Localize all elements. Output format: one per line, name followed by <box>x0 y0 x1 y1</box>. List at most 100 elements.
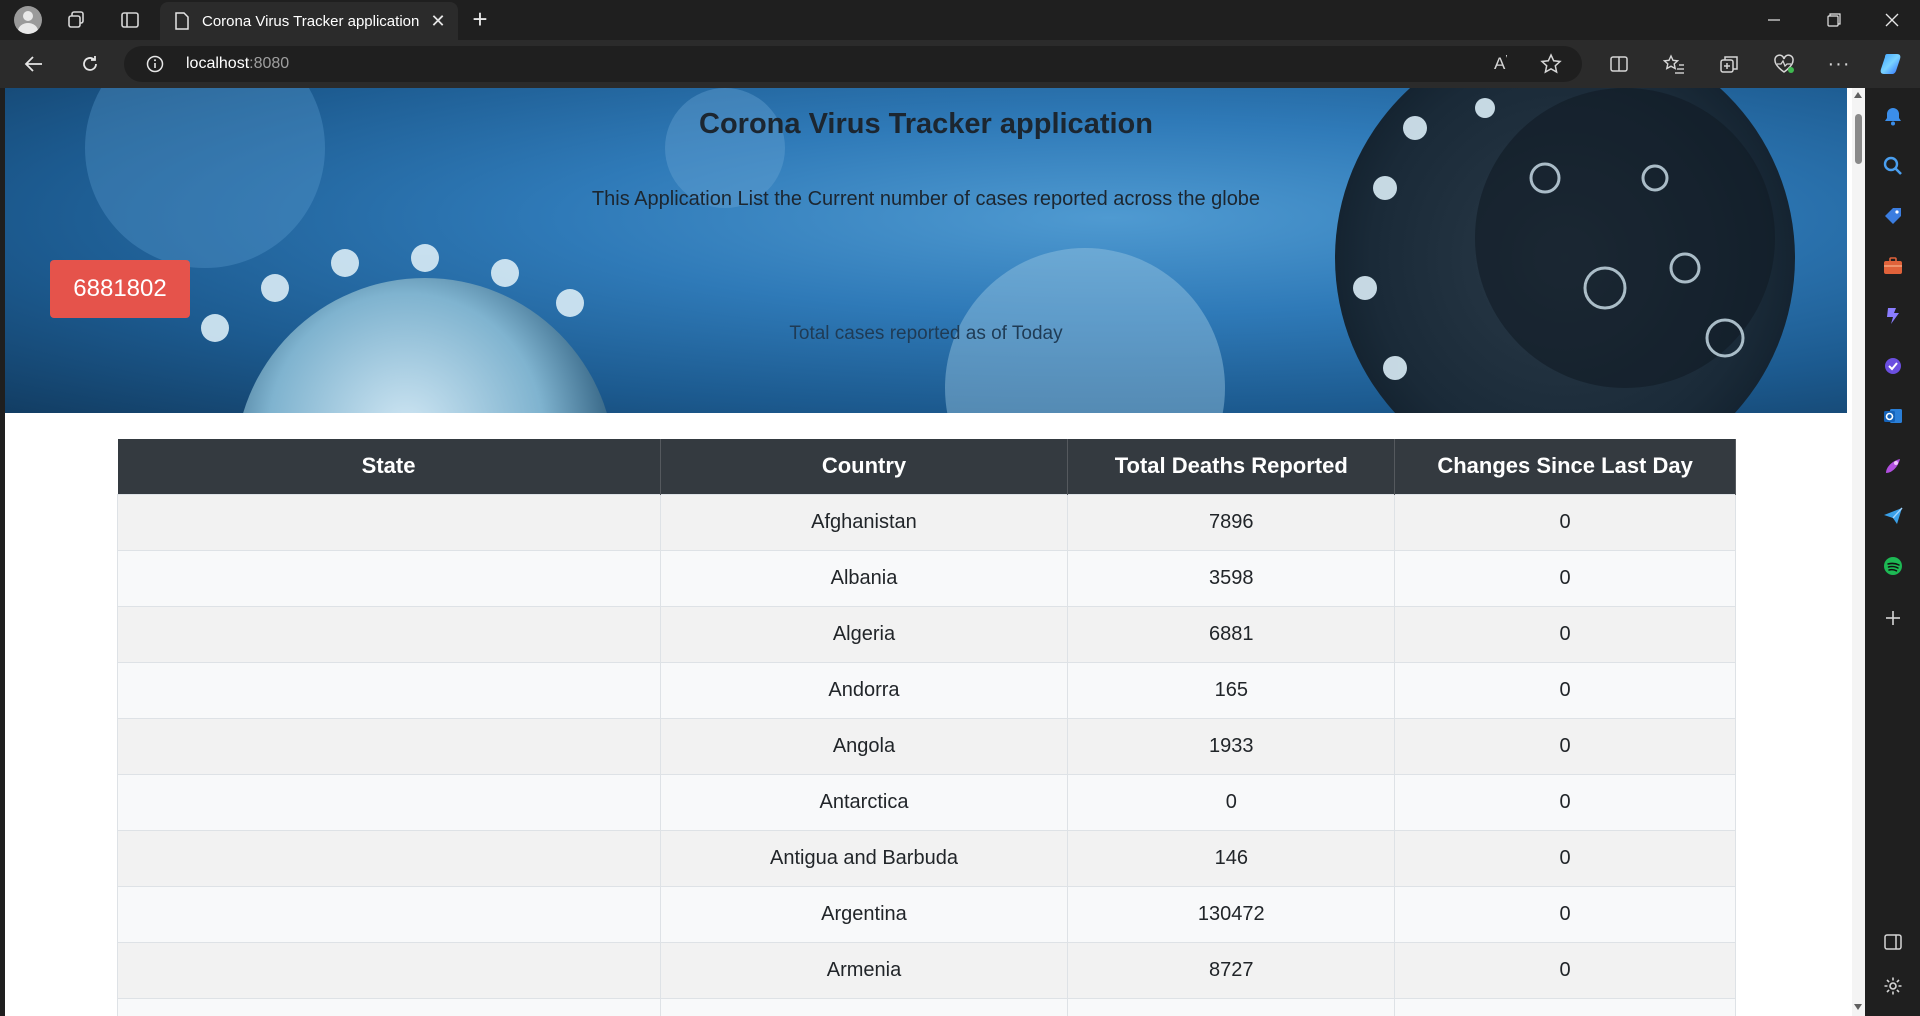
favorites-icon[interactable] <box>1658 49 1690 79</box>
split-screen-icon[interactable] <box>1603 49 1635 79</box>
health-icon[interactable] <box>1768 49 1800 79</box>
cases-table: State Country Total Deaths Reported Chan… <box>117 439 1736 1016</box>
vertical-tabs-icon[interactable] <box>116 8 144 32</box>
table-row <box>117 997 1736 1016</box>
send-paper-plane-icon[interactable] <box>1879 502 1907 530</box>
cell-change: 0 <box>1394 605 1736 663</box>
cell-state <box>117 885 661 943</box>
favorite-star-icon[interactable] <box>1540 53 1562 75</box>
cell-deaths: 165 <box>1067 661 1396 719</box>
cell-country: Afghanistan <box>659 493 1069 551</box>
table-row: Afghanistan 7896 0 <box>117 493 1736 551</box>
outlook-icon[interactable] <box>1879 402 1907 430</box>
cell-change: 0 <box>1394 941 1736 999</box>
cell-change: 0 <box>1394 829 1736 887</box>
hide-sidebar-icon[interactable] <box>1879 928 1907 956</box>
scroll-thumb[interactable] <box>1855 114 1862 164</box>
table-row: Argentina 130472 0 <box>117 885 1736 943</box>
edge-sidebar <box>1866 88 1920 1016</box>
cell-country: Algeria <box>659 605 1069 663</box>
add-sidebar-app-icon[interactable] <box>1879 604 1907 632</box>
page-subtitle: This Application List the Current number… <box>591 188 1261 210</box>
table-row: Albania 3598 0 <box>117 549 1736 607</box>
title-bar: Corona Virus Tracker application ✕ + <box>0 0 1920 40</box>
cell-country: Antigua and Barbuda <box>659 829 1069 887</box>
table-header-row: State Country Total Deaths Reported Chan… <box>117 439 1736 494</box>
cell-deaths: 3598 <box>1067 549 1396 607</box>
table-row: Angola 1933 0 <box>117 717 1736 775</box>
cell-state <box>117 717 661 775</box>
restore-icon[interactable] <box>1806 0 1862 40</box>
copilot-icon[interactable] <box>1876 49 1908 79</box>
table-row: Algeria 6881 0 <box>117 605 1736 663</box>
cell-deaths: 1933 <box>1067 717 1396 775</box>
cell-state <box>117 549 661 607</box>
cell-change: 0 <box>1394 661 1736 719</box>
page-scrollbar[interactable] <box>1852 88 1865 1016</box>
cell-deaths: 7896 <box>1067 493 1396 551</box>
workspaces-icon[interactable] <box>62 8 90 32</box>
table-row: Armenia 8727 0 <box>117 941 1736 999</box>
cell-state <box>117 661 661 719</box>
table-row: Antarctica 0 0 <box>117 773 1736 831</box>
games-icon[interactable] <box>1879 302 1907 330</box>
table-row: Antigua and Barbuda 146 0 <box>117 829 1736 887</box>
copilot-app-icon[interactable] <box>1879 352 1907 380</box>
cell-deaths <box>1067 997 1396 1016</box>
header-state: State <box>117 439 661 494</box>
collections-icon[interactable] <box>1713 49 1745 79</box>
cell-country: Armenia <box>659 941 1069 999</box>
cell-state <box>117 941 661 999</box>
search-icon[interactable] <box>1879 152 1907 180</box>
page-title: Corona Virus Tracker application <box>699 108 1153 140</box>
minimize-icon[interactable] <box>1746 0 1802 40</box>
header-country: Country <box>660 439 1069 494</box>
refresh-icon[interactable] <box>74 49 106 79</box>
cell-country: Angola <box>659 717 1069 775</box>
scroll-down-icon[interactable] <box>1854 1004 1862 1010</box>
url-text: localhost:8080 <box>186 55 290 72</box>
back-icon[interactable] <box>18 49 50 79</box>
site-info-icon[interactable] <box>146 55 164 73</box>
table-row: Andorra 165 0 <box>117 661 1736 719</box>
cell-change: 0 <box>1394 493 1736 551</box>
total-cases-label: Total cases reported as of Today <box>789 323 1063 344</box>
notifications-bell-icon[interactable] <box>1879 102 1907 130</box>
cell-state <box>117 493 661 551</box>
page-icon <box>174 12 190 30</box>
cell-change: 0 <box>1394 717 1736 775</box>
more-options-icon[interactable]: ··· <box>1823 49 1855 79</box>
browser-toolbar: localhost:8080 Aʼ ··· <box>0 40 1920 88</box>
cell-change: 0 <box>1394 773 1736 831</box>
new-tab-button[interactable]: + <box>466 6 494 34</box>
page-viewport: Corona Virus Tracker application This Ap… <box>5 88 1865 1016</box>
cell-country: Andorra <box>659 661 1069 719</box>
tools-briefcase-icon[interactable] <box>1879 252 1907 280</box>
cell-deaths: 0 <box>1067 773 1396 831</box>
cell-state <box>117 997 661 1016</box>
header-changes: Changes Since Last Day <box>1394 439 1736 494</box>
profile-avatar[interactable] <box>14 6 42 34</box>
designer-icon[interactable] <box>1879 452 1907 480</box>
active-tab[interactable]: Corona Virus Tracker application ✕ <box>160 2 458 40</box>
cell-deaths: 8727 <box>1067 941 1396 999</box>
hero-banner: Corona Virus Tracker application This Ap… <box>5 88 1847 413</box>
cell-state <box>117 605 661 663</box>
cell-change <box>1394 997 1736 1016</box>
cell-deaths: 146 <box>1067 829 1396 887</box>
read-aloud-icon[interactable]: Aʼ <box>1494 54 1508 74</box>
cell-country: Argentina <box>659 885 1069 943</box>
cell-country <box>659 997 1069 1016</box>
address-bar[interactable]: localhost:8080 Aʼ <box>124 46 1582 82</box>
spotify-icon[interactable] <box>1879 552 1907 580</box>
total-cases-badge: 6881802 <box>50 260 190 318</box>
settings-gear-icon[interactable] <box>1879 972 1907 1000</box>
header-total-deaths: Total Deaths Reported <box>1067 439 1396 494</box>
scroll-up-icon[interactable] <box>1854 92 1862 98</box>
shopping-tag-icon[interactable] <box>1879 202 1907 230</box>
tab-close-icon[interactable]: ✕ <box>428 11 448 31</box>
cell-deaths: 130472 <box>1067 885 1396 943</box>
cell-deaths: 6881 <box>1067 605 1396 663</box>
close-window-icon[interactable] <box>1864 0 1920 40</box>
tab-title: Corona Virus Tracker application <box>202 12 420 30</box>
